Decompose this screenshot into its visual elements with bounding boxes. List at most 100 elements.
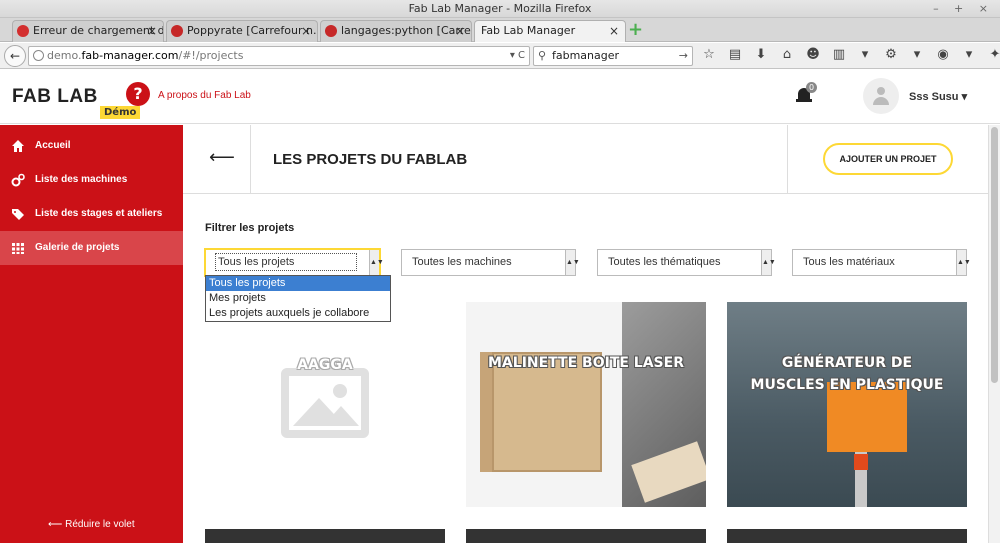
grid-icon [12, 243, 24, 254]
help-icon[interactable]: ? [126, 82, 150, 106]
project-title: GÉNÉRATEUR DE MUSCLES EN PLASTIQUE [750, 355, 944, 393]
project-title: AAGGA [297, 357, 353, 373]
about-link[interactable]: A propos du Fab Lab [158, 90, 251, 101]
new-tab-icon[interactable]: + [628, 21, 644, 39]
tab-poppyrate[interactable]: Poppyrate [Carrefour n... × [166, 20, 318, 42]
select-value: Toutes les machines [412, 256, 512, 268]
globe-icon[interactable]: ◉ [934, 47, 952, 65]
home-icon [12, 140, 24, 152]
demo-badge: Démo [100, 106, 141, 119]
project-card[interactable]: MALINETTE BOITE LASER [466, 302, 706, 507]
sidebar-icon[interactable]: ▥ [830, 47, 848, 65]
chevron-down-icon[interactable]: ▾ [960, 47, 978, 65]
mountain-shape [323, 406, 359, 426]
window-title: Fab Lab Manager - Mozilla Firefox [408, 2, 592, 15]
filter-label: Filtrer les projets [205, 222, 295, 234]
select-arrow-icon: ▲▼ [565, 250, 580, 275]
pocket-icon[interactable]: ☻ [804, 47, 822, 65]
divider [787, 125, 788, 194]
search-input[interactable]: ⚲ fabmanager → [533, 46, 693, 66]
fablab-logo[interactable]: FAB LAB [12, 86, 98, 108]
sidebar-item-galerie[interactable]: Galerie de projets [0, 231, 183, 265]
tab-erreur[interactable]: Erreur de chargement d... × [12, 20, 164, 42]
bell-base [796, 99, 812, 102]
scrollbar-thumb[interactable] [991, 127, 998, 383]
project-card[interactable] [205, 529, 445, 543]
sidebar-item-label: Galerie de projets [35, 242, 120, 253]
select-arrow-icon: ▲▼ [956, 250, 971, 275]
download-icon[interactable]: ⬇ [752, 47, 770, 65]
sun-shape [333, 384, 347, 398]
collapse-sidebar-link[interactable]: ⟵ Réduire le volet [48, 519, 135, 530]
project-title: MALINETTE BOITE LASER [488, 355, 684, 371]
project-card[interactable] [466, 529, 706, 543]
window-controls[interactable]: – + × [933, 0, 994, 18]
close-icon[interactable]: × [455, 21, 465, 41]
filter-materials-select[interactable]: Tous les matériaux ▲▼ [792, 249, 971, 276]
tab-strip: Erreur de chargement d... × Poppyrate [C… [0, 18, 1000, 42]
image-placeholder-icon [281, 368, 369, 438]
notification-bell-icon[interactable]: 0 [796, 82, 817, 104]
divider [250, 125, 251, 194]
search-value: fabmanager [552, 49, 620, 62]
tab-label: Erreur de chargement d... [33, 24, 164, 37]
globe-icon [33, 50, 44, 61]
sidebar-item-stages[interactable]: Liste des stages et ateliers [0, 197, 183, 231]
tab-label: Fab Lab Manager [481, 24, 576, 37]
back-arrow-icon[interactable]: ⟵ [209, 147, 235, 168]
window-titlebar: Fab Lab Manager - Mozilla Firefox – + × [0, 0, 1000, 18]
filter-themes-select[interactable]: Toutes les thématiques ▲▼ [597, 249, 776, 276]
project-photo-nozzle [854, 454, 868, 470]
tag-icon [12, 209, 24, 220]
main-content: ⟵ LES PROJETS DU FABLAB AJOUTER UN PROJE… [183, 125, 988, 543]
reload-icon[interactable]: ▾ C [510, 47, 525, 65]
bookmark-star-icon[interactable]: ☆ [700, 47, 718, 65]
chevron-down-icon[interactable]: ▾ [856, 47, 874, 65]
dropdown-option-collaborate[interactable]: Les projets auxquels je collabore [206, 306, 390, 321]
tab-langages[interactable]: langages:python [Carre... × [320, 20, 472, 42]
select-arrow-icon: ▲▼ [761, 250, 776, 275]
error-icon [17, 25, 29, 37]
page-title: LES PROJETS DU FABLAB [273, 151, 468, 168]
user-icon [877, 87, 885, 95]
url-prefix: demo. [47, 49, 82, 62]
avatar[interactable] [863, 78, 899, 114]
chevron-down-icon[interactable]: ▾ [908, 47, 926, 65]
user-icon-body [873, 97, 889, 105]
tab-label: langages:python [Carre... [341, 24, 472, 37]
favicon-icon [325, 25, 337, 37]
search-go-icon[interactable]: → [679, 47, 688, 65]
dropdown-option-all[interactable]: Tous les projets [206, 276, 390, 291]
app-header: FAB LAB Démo ? A propos du Fab Lab 0 Sss… [0, 70, 1000, 124]
tab-fab-lab-manager[interactable]: Fab Lab Manager × [474, 20, 626, 42]
close-icon[interactable]: × [301, 21, 311, 41]
sidebar-item-machines[interactable]: Liste des machines [0, 163, 183, 197]
add-project-button[interactable]: AJOUTER UN PROJET [823, 143, 953, 175]
filter-machines-select[interactable]: Toutes les machines ▲▼ [401, 249, 580, 276]
url-bar[interactable]: demo.fab-manager.com/#!/projects ▾ C [28, 46, 530, 66]
select-value: Toutes les thématiques [608, 256, 721, 268]
select-value: Tous les projets [215, 253, 357, 271]
sidebar-item-label: Liste des machines [35, 174, 128, 185]
project-card[interactable]: GÉNÉRATEUR DE MUSCLES EN PLASTIQUE [727, 302, 967, 507]
toolbar-icons: ☆ ▤ ⬇ ⌂ ☻ ▥ ▾ ⚙ ▾ ◉ ▾ ✦ ≡ [700, 47, 1000, 65]
home-icon[interactable]: ⌂ [778, 47, 796, 65]
filter-projects-select[interactable]: Tous les projets ▲▼ [205, 249, 384, 276]
select-arrow-icon: ▲▼ [369, 250, 384, 275]
addon-icon[interactable]: ✦ [986, 47, 1000, 65]
project-card[interactable] [727, 529, 967, 543]
dropdown-option-mine[interactable]: Mes projets [206, 291, 390, 306]
extension-icon[interactable]: ⚙ [882, 47, 900, 65]
url-path: /#!/projects [178, 49, 244, 62]
page-scrollbar[interactable] [988, 125, 1000, 543]
nav-bar: ← demo.fab-manager.com/#!/projects ▾ C ⚲… [0, 43, 1000, 69]
favicon-icon [171, 25, 183, 37]
project-card[interactable]: AAGGA [205, 302, 445, 507]
user-menu[interactable]: Sss Susu ▾ [909, 90, 967, 103]
close-icon[interactable]: × [147, 21, 157, 41]
sidebar-item-label: Accueil [35, 140, 71, 151]
back-button[interactable]: ← [4, 45, 26, 67]
close-icon[interactable]: × [609, 21, 619, 41]
sidebar-item-accueil[interactable]: Accueil [0, 129, 183, 163]
reading-list-icon[interactable]: ▤ [726, 47, 744, 65]
